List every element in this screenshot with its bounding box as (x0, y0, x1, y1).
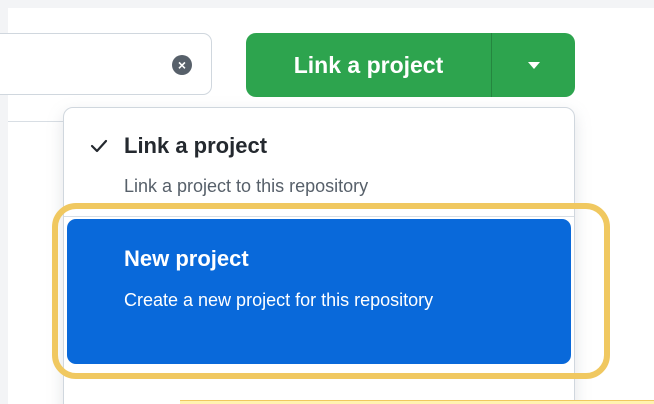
dropdown-toggle-button[interactable] (492, 33, 575, 97)
menu-item-new-project-description: Create a new project for this repository (124, 290, 434, 310)
link-project-button-label: Link a project (293, 51, 444, 78)
menu-item-link-project-description: Link a project to this repository (124, 176, 369, 196)
menu-item-new-project-title: New project (124, 246, 249, 271)
menu-divider (64, 216, 574, 217)
link-project-split-button: Link a project (246, 33, 575, 97)
caret-down-icon (527, 61, 540, 69)
clear-icon[interactable]: × (172, 55, 192, 75)
link-project-button[interactable]: Link a project (246, 33, 492, 97)
screenshot-canvas: × Link a project Link a project Link a p… (0, 0, 654, 404)
menu-item-new-project[interactable]: New project Create a new project for thi… (67, 219, 571, 364)
annotation-note-edge (180, 400, 654, 404)
check-icon (90, 139, 108, 153)
project-dropdown-menu: Link a project Link a project to this re… (63, 107, 575, 404)
header-divider (8, 121, 68, 122)
menu-item-link-project-title: Link a project (124, 133, 268, 158)
menu-item-link-project[interactable]: Link a project Link a project to this re… (64, 108, 574, 216)
